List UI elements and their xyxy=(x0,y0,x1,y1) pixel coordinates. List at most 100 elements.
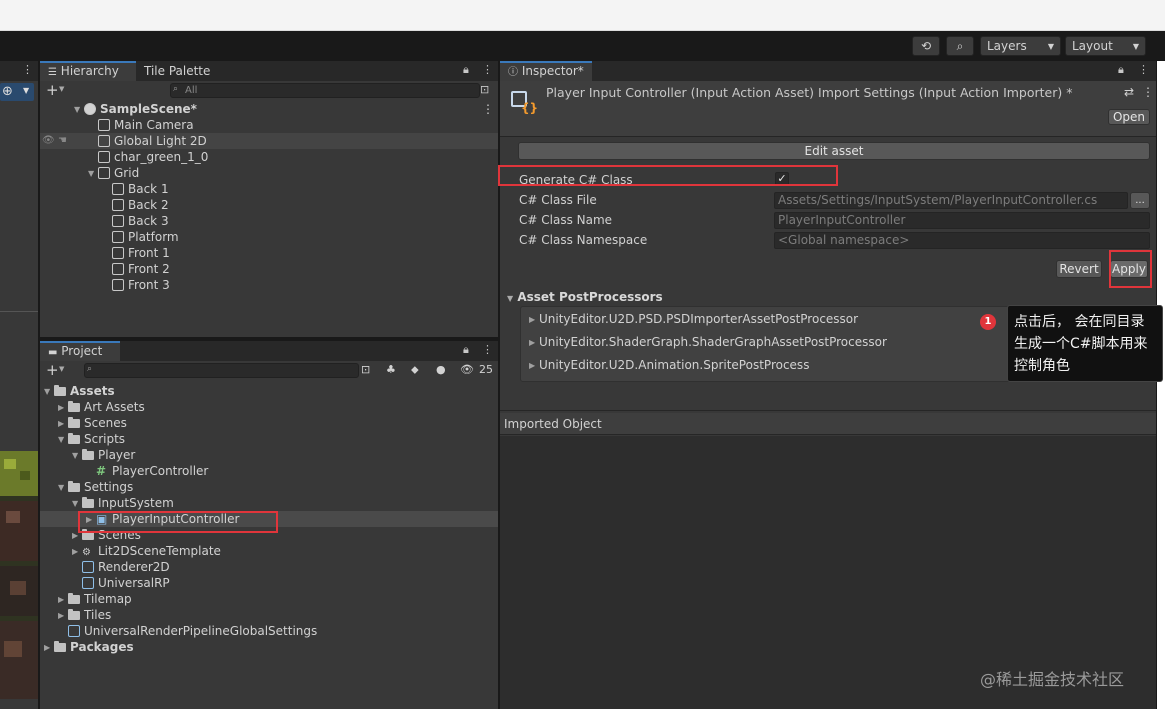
lock-icon[interactable]: 🔒︎ xyxy=(463,343,469,357)
project-item[interactable]: ▼ Assets xyxy=(40,383,498,399)
revert-button[interactable]: Revert xyxy=(1056,260,1102,278)
chevron-down-icon[interactable]: ▼ xyxy=(59,365,64,373)
chevron-right-icon[interactable]: ▶ xyxy=(58,592,68,608)
project-item[interactable]: # PlayerController xyxy=(40,463,498,479)
project-item-label: Art Assets xyxy=(84,400,145,414)
class-name-label: C# Class Name xyxy=(519,213,613,227)
project-item[interactable]: ▶ Art Assets xyxy=(40,399,498,415)
gizmo-toggle[interactable]: ⊕ ▼ xyxy=(0,83,34,101)
project-item[interactable]: Renderer2D xyxy=(40,559,498,575)
edit-asset-button[interactable]: Edit asset xyxy=(518,142,1150,160)
hierarchy-item[interactable]: Back 3 xyxy=(40,213,498,229)
project-item[interactable]: ▼ Scripts xyxy=(40,431,498,447)
hierarchy-search-input[interactable]: ⌕ All xyxy=(170,83,480,98)
class-namespace-field[interactable]: <Global namespace> xyxy=(774,232,1150,249)
chevron-down-icon[interactable]: ▼ xyxy=(59,85,64,93)
project-item[interactable]: ▶ Tiles xyxy=(40,607,498,623)
scene-viewport[interactable] xyxy=(0,451,38,699)
class-file-field[interactable]: Assets/Settings/InputSystem/PlayerInputC… xyxy=(774,192,1128,209)
class-file-browse-button[interactable]: ... xyxy=(1130,192,1150,209)
open-button[interactable]: Open xyxy=(1108,109,1150,125)
project-item[interactable]: ▶ Packages xyxy=(40,639,498,655)
postprocessors-foldout[interactable]: ▼ Asset PostProcessors xyxy=(507,290,663,304)
more-options-icon[interactable]: ⋮ xyxy=(482,343,493,356)
highlight-player-input-controller xyxy=(78,511,278,533)
lock-icon[interactable]: 🔒︎ xyxy=(1118,63,1124,77)
pickable-hand-icon[interactable]: ☚ xyxy=(58,133,67,149)
chevron-right-icon[interactable]: ▶ xyxy=(72,544,82,560)
hierarchy-item[interactable]: Back 1 xyxy=(40,181,498,197)
tab-project[interactable]: ▬ Project xyxy=(40,341,120,361)
layout-dropdown[interactable]: Layout ▼ xyxy=(1065,36,1146,56)
more-options-icon[interactable]: ⋮ xyxy=(482,63,493,76)
chevron-right-icon[interactable]: ▶ xyxy=(529,358,539,374)
settings-sliders-icon[interactable]: ⇄ xyxy=(1124,85,1134,99)
hierarchy-item-label: Back 1 xyxy=(128,182,169,196)
chevron-right-icon[interactable]: ▶ xyxy=(529,335,539,351)
hierarchy-item[interactable]: Front 2 xyxy=(40,261,498,277)
postprocessor-item[interactable]: ▶ UnityEditor.U2D.PSD.PSDImporterAssetPos… xyxy=(521,311,858,327)
search-icon: ⌕ xyxy=(956,38,964,53)
more-options-icon[interactable]: ⋮ xyxy=(22,63,33,76)
tab-inspector[interactable]: ⓘ Inspector* xyxy=(500,61,592,81)
project-item[interactable]: ▼ InputSystem xyxy=(40,495,498,511)
chevron-right-icon[interactable]: ▶ xyxy=(58,400,68,416)
class-name-field[interactable]: PlayerInputController xyxy=(774,212,1150,229)
add-icon[interactable]: + xyxy=(46,361,59,379)
project-item[interactable]: ▼ Player xyxy=(40,447,498,463)
more-options-icon[interactable]: ⋮ xyxy=(1138,63,1149,76)
chevron-right-icon[interactable]: ▶ xyxy=(58,416,68,432)
search-options-icon[interactable]: ⊡ xyxy=(361,363,370,376)
lock-icon[interactable]: 🔒︎ xyxy=(463,63,469,77)
hierarchy-item[interactable]: ▼ SampleScene* ⋮ xyxy=(40,101,498,117)
label-tag-icon[interactable]: ⬥ xyxy=(411,363,419,377)
search-options-icon[interactable]: ⊡ xyxy=(480,83,489,96)
hierarchy-item-label: SampleScene* xyxy=(100,102,197,116)
hierarchy-item[interactable]: Back 2 xyxy=(40,197,498,213)
project-item[interactable]: ▼ Settings xyxy=(40,479,498,495)
hierarchy-item[interactable]: Front 3 xyxy=(40,277,498,293)
divider xyxy=(500,410,1156,411)
postprocessor-item[interactable]: ▶ UnityEditor.ShaderGraph.ShaderGraphAsse… xyxy=(521,334,887,350)
project-item[interactable]: UniversalRenderPipelineGlobalSettings xyxy=(40,623,498,639)
gameobject-cube-icon xyxy=(112,263,124,275)
chevron-right-icon[interactable]: ▶ xyxy=(58,608,68,624)
more-options-icon[interactable]: ⋮ xyxy=(1142,85,1154,99)
chevron-down-icon[interactable]: ▼ xyxy=(88,166,98,182)
project-search-row: + ▼ ⌕ ⊡ ♣ ⬥ ● 👁︎ 25 xyxy=(40,361,498,381)
hierarchy-item[interactable]: Front 1 xyxy=(40,245,498,261)
tab-project-label: Project xyxy=(61,344,103,358)
chevron-down-icon[interactable]: ▼ xyxy=(72,448,82,464)
layers-dropdown[interactable]: Layers ▼ xyxy=(980,36,1061,56)
hidden-eye-icon[interactable]: 👁︎ xyxy=(460,363,474,376)
hierarchy-item[interactable]: ▼ Grid xyxy=(40,165,498,181)
postprocessor-item[interactable]: ▶ UnityEditor.U2D.Animation.SpritePostPro… xyxy=(521,357,809,373)
more-options-icon[interactable]: ⋮ xyxy=(482,101,494,117)
project-item[interactable]: ▶ Scenes xyxy=(40,415,498,431)
tab-tile-palette[interactable]: Tile Palette xyxy=(136,61,218,81)
search-button[interactable]: ⌕ xyxy=(946,36,974,56)
hierarchy-item[interactable]: Platform xyxy=(40,229,498,245)
chevron-right-icon[interactable]: ▶ xyxy=(529,312,539,328)
project-item[interactable]: ▶ ⚙ Lit2DSceneTemplate xyxy=(40,543,498,559)
chevron-right-icon[interactable]: ▶ xyxy=(44,640,54,656)
hierarchy-item[interactable]: Main Camera xyxy=(40,117,498,133)
hierarchy-item[interactable]: char_green_1_0 xyxy=(40,149,498,165)
chevron-down-icon[interactable]: ▼ xyxy=(58,432,68,448)
hierarchy-item[interactable]: 👁︎ ☚ Global Light 2D xyxy=(40,133,498,149)
chevron-down-icon[interactable]: ▼ xyxy=(58,480,68,496)
warning-icon[interactable]: ● xyxy=(436,363,446,376)
tab-hierarchy[interactable]: ☰ Hierarchy xyxy=(40,61,136,81)
filter-type-icon[interactable]: ♣ xyxy=(386,363,396,376)
history-button[interactable]: ⟲ xyxy=(912,36,940,56)
hierarchy-tree: ▼ SampleScene* ⋮ Main Camera 👁︎ ☚ Global Light… xyxy=(40,101,498,337)
chevron-down-icon[interactable]: ▼ xyxy=(72,496,82,512)
chevron-down-icon[interactable]: ▼ xyxy=(74,102,84,118)
project-item[interactable]: UniversalRP xyxy=(40,575,498,591)
visibility-eye-icon[interactable]: 👁︎ xyxy=(42,133,55,149)
chevron-down-icon[interactable]: ▼ xyxy=(44,384,54,400)
project-search-input[interactable]: ⌕ xyxy=(84,363,359,378)
add-icon[interactable]: + xyxy=(46,81,59,99)
project-item[interactable]: ▶ Tilemap xyxy=(40,591,498,607)
hierarchy-search-row: + ▼ ⌕ All ⊡ xyxy=(40,81,498,101)
